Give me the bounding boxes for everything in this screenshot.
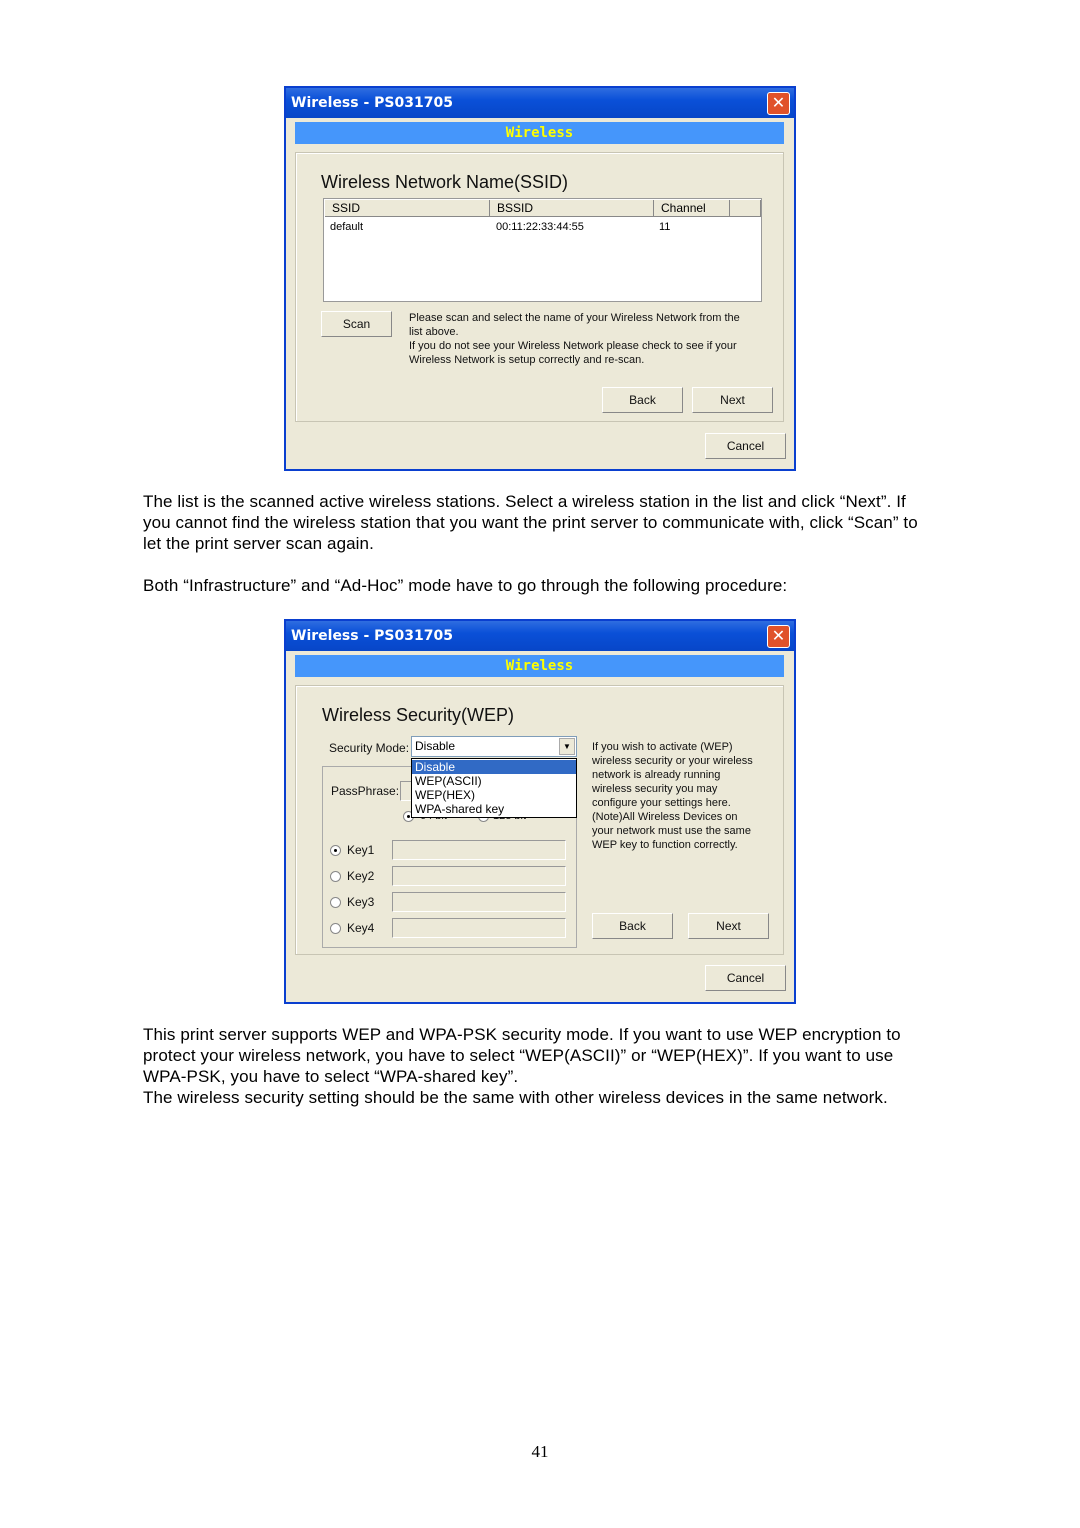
- close-icon[interactable]: ✕: [767, 625, 790, 648]
- option-wep-hex[interactable]: WEP(HEX): [412, 788, 576, 802]
- title-bar: Wireless - PS031705: [286, 88, 794, 118]
- key3-radio[interactable]: [330, 897, 341, 908]
- text-line: protect your wireless network, you have …: [143, 1046, 894, 1065]
- network-list[interactable]: SSID BSSID Channel default 00:11:22:33:4…: [323, 198, 762, 302]
- section-heading: Wireless Security(WEP): [322, 705, 515, 725]
- scan-button[interactable]: Scan: [321, 311, 392, 337]
- text-line: The wireless security setting should be …: [143, 1088, 888, 1107]
- help-text: If you wish to activate (WEP) wireless s…: [592, 740, 753, 852]
- key2-label: Key2: [347, 869, 375, 883]
- chevron-down-icon[interactable]: ▼: [559, 738, 575, 755]
- close-icon[interactable]: ✕: [767, 92, 790, 115]
- passphrase-label: PassPhrase:: [331, 784, 400, 798]
- key1-radio[interactable]: [330, 845, 341, 856]
- text-line: This print server supports WEP and WPA-P…: [143, 1025, 901, 1044]
- ssid-cell: default: [330, 221, 364, 233]
- key4-radio[interactable]: [330, 923, 341, 934]
- bssid-cell: 00:11:22:33:44:55: [496, 221, 584, 233]
- text-line: you cannot find the wireless station tha…: [143, 513, 918, 532]
- wireless-banner: Wireless: [295, 122, 784, 144]
- document-page: Wireless - PS031705 ✕ Wireless Wireless …: [0, 0, 1080, 1528]
- window-title: Wireless - PS031705: [291, 95, 453, 111]
- key4-input[interactable]: [392, 918, 566, 938]
- title-bar: Wireless - PS031705: [286, 621, 794, 651]
- help-line: configure your settings here.: [592, 797, 731, 809]
- help-line: Please scan and select the name of your …: [409, 312, 740, 324]
- column-header-empty: [730, 200, 761, 217]
- column-header-ssid[interactable]: SSID: [325, 200, 490, 217]
- option-wep-ascii[interactable]: WEP(ASCII): [412, 774, 576, 788]
- option-wpa-shared-key[interactable]: WPA-shared key: [412, 802, 576, 816]
- key3-input[interactable]: [392, 892, 566, 912]
- security-mode-dropdown: Disable WEP(ASCII) WEP(HEX) WPA-shared k…: [411, 758, 577, 818]
- help-line: wireless security or your wireless: [592, 755, 753, 767]
- key1-label: Key1: [347, 843, 375, 857]
- ssid-dialog: Wireless - PS031705 ✕ Wireless Wireless …: [284, 86, 796, 471]
- next-button[interactable]: Next: [692, 387, 773, 413]
- key3-label: Key3: [347, 895, 375, 909]
- paragraph-2: Both “Infrastructure” and “Ad-Hoc” mode …: [143, 576, 788, 595]
- security-mode-label: Security Mode:: [329, 741, 410, 755]
- section-heading: Wireless Network Name(SSID): [321, 172, 569, 192]
- key1-input[interactable]: [392, 840, 566, 860]
- next-button[interactable]: Next: [688, 913, 769, 939]
- security-mode-select[interactable]: Disable ▼: [411, 736, 577, 757]
- cancel-button[interactable]: Cancel: [705, 433, 786, 459]
- back-button[interactable]: Back: [592, 913, 673, 939]
- text-line: The list is the scanned active wireless …: [143, 492, 906, 511]
- help-line: WEP key to function correctly.: [592, 839, 738, 851]
- window-title: Wireless - PS031705: [291, 628, 453, 644]
- help-line: network is already running: [592, 769, 721, 781]
- text-line: WPA-PSK, you have to select “WPA-shared …: [143, 1067, 519, 1086]
- help-line: If you wish to activate (WEP): [592, 741, 733, 753]
- key2-input[interactable]: [392, 866, 566, 886]
- help-line: wireless security you may: [592, 783, 718, 795]
- help-line: your network must use the same: [592, 825, 751, 837]
- wireless-banner: Wireless: [295, 655, 784, 677]
- text-line: let the print server scan again.: [143, 534, 374, 553]
- help-text: Please scan and select the name of your …: [409, 311, 740, 367]
- channel-cell: 11: [659, 221, 671, 233]
- key4-label: Key4: [347, 921, 375, 935]
- selected-value: Disable: [415, 739, 456, 753]
- page-number: 41: [531, 1442, 549, 1461]
- help-line: list above.: [409, 326, 459, 338]
- key2-radio[interactable]: [330, 871, 341, 882]
- column-header-bssid[interactable]: BSSID: [490, 200, 654, 217]
- column-header-channel[interactable]: Channel: [654, 200, 730, 217]
- wep-dialog: Wireless - PS031705 ✕ Wireless Wireless …: [284, 619, 796, 1004]
- help-line: Wireless Network is setup correctly and …: [409, 354, 645, 366]
- help-line: If you do not see your Wireless Network …: [409, 340, 737, 352]
- cancel-button[interactable]: Cancel: [705, 965, 786, 991]
- option-disable[interactable]: Disable: [412, 760, 576, 774]
- help-line: (Note)All Wireless Devices on: [592, 811, 738, 823]
- back-button[interactable]: Back: [602, 387, 683, 413]
